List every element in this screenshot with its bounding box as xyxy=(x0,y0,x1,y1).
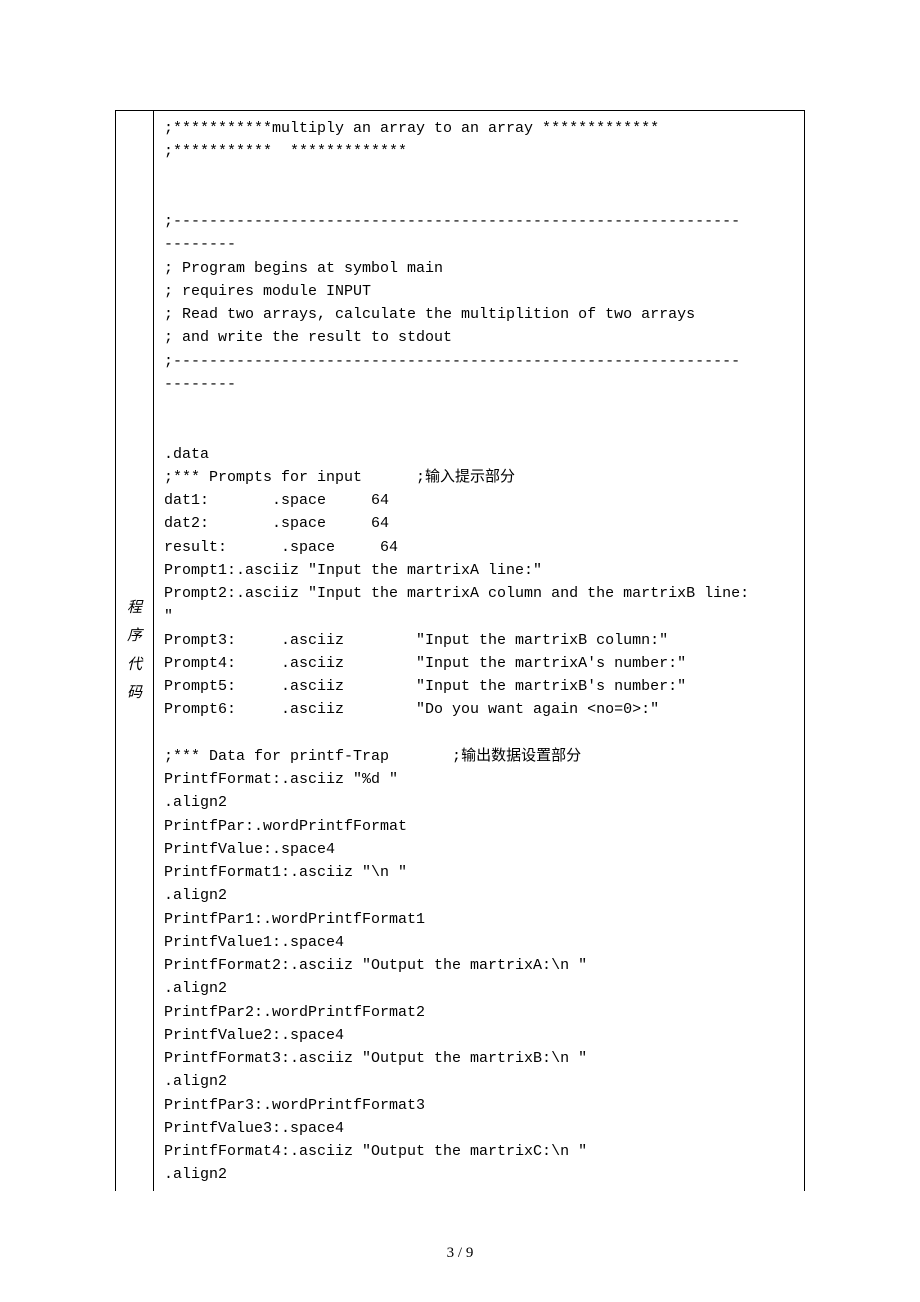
document-page: 程 序 代 码 ;***********multiply an array to… xyxy=(0,0,920,1191)
code-line: result: .space 64 xyxy=(164,536,794,559)
label-char: 代 xyxy=(127,651,142,680)
code-line: ;---------------------------------------… xyxy=(164,350,794,373)
code-line: ;*********** ************* xyxy=(164,140,794,163)
code-line: ; and write the result to stdout xyxy=(164,326,794,349)
code-line: ;---------------------------------------… xyxy=(164,210,794,233)
code-line: Prompt1:.asciiz "Input the martrixA line… xyxy=(164,559,794,582)
code-line: ; Read two arrays, calculate the multipl… xyxy=(164,303,794,326)
label-char: 码 xyxy=(127,679,142,708)
code-line xyxy=(164,164,794,187)
code-line: dat1: .space 64 xyxy=(164,489,794,512)
code-line: Prompt4: .asciiz "Input the martrixA's n… xyxy=(164,652,794,675)
code-line: -------- xyxy=(164,373,794,396)
code-line: PrintfPar1:.wordPrintfFormat1 xyxy=(164,908,794,931)
code-line: ;***********multiply an array to an arra… xyxy=(164,117,794,140)
code-line: PrintfValue:.space4 xyxy=(164,838,794,861)
row-label-cell: 程 序 代 码 xyxy=(116,111,154,1191)
code-line: dat2: .space 64 xyxy=(164,512,794,535)
code-table: 程 序 代 码 ;***********multiply an array to… xyxy=(115,110,805,1191)
code-line: ;*** Data for printf-Trap ;输出数据设置部分 xyxy=(164,745,794,768)
code-line: Prompt3: .asciiz "Input the martrixB col… xyxy=(164,629,794,652)
code-line: PrintfFormat4:.asciiz "Output the martri… xyxy=(164,1140,794,1163)
code-line xyxy=(164,722,794,745)
code-content-cell: ;***********multiply an array to an arra… xyxy=(154,111,804,1191)
code-line: PrintfValue1:.space4 xyxy=(164,931,794,954)
code-line: Prompt5: .asciiz "Input the martrixB's n… xyxy=(164,675,794,698)
code-line: PrintfPar:.wordPrintfFormat xyxy=(164,815,794,838)
code-line xyxy=(164,419,794,442)
code-line xyxy=(164,187,794,210)
code-line: ;*** Prompts for input ;输入提示部分 xyxy=(164,466,794,489)
code-line xyxy=(164,396,794,419)
code-line: Prompt6: .asciiz "Do you want again <no=… xyxy=(164,698,794,721)
code-line: Prompt2:.asciiz "Input the martrixA colu… xyxy=(164,582,794,605)
code-line: .align2 xyxy=(164,884,794,907)
code-line: .align2 xyxy=(164,977,794,1000)
code-line: PrintfFormat:.asciiz "%d " xyxy=(164,768,794,791)
label-char: 序 xyxy=(127,622,142,651)
code-line: .align2 xyxy=(164,1163,794,1186)
code-line: -------- xyxy=(164,233,794,256)
code-line: ; requires module INPUT xyxy=(164,280,794,303)
code-line: PrintfFormat1:.asciiz "\n " xyxy=(164,861,794,884)
page-number: 3 / 9 xyxy=(0,1245,920,1262)
code-line: " xyxy=(164,605,794,628)
code-line: PrintfPar2:.wordPrintfFormat2 xyxy=(164,1001,794,1024)
code-line: PrintfFormat3:.asciiz "Output the martri… xyxy=(164,1047,794,1070)
code-line: ; Program begins at symbol main xyxy=(164,257,794,280)
code-line: .align2 xyxy=(164,1070,794,1093)
code-line: PrintfFormat2:.asciiz "Output the martri… xyxy=(164,954,794,977)
code-line: PrintfValue2:.space4 xyxy=(164,1024,794,1047)
code-line: PrintfValue3:.space4 xyxy=(164,1117,794,1140)
code-line: .align2 xyxy=(164,791,794,814)
label-char: 程 xyxy=(127,594,142,623)
code-line: .data xyxy=(164,443,794,466)
code-line: PrintfPar3:.wordPrintfFormat3 xyxy=(164,1094,794,1117)
